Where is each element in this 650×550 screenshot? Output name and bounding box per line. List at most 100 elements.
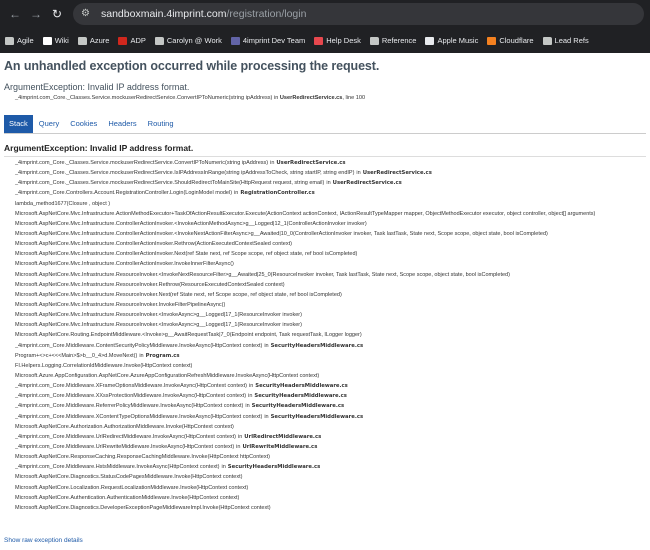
tab-stack[interactable]: Stack [4, 115, 33, 133]
forward-arrow-icon[interactable]: → [27, 5, 45, 23]
bookmark-item[interactable]: Azure [77, 36, 109, 45]
location-method: _4imprint.com_Core._Classes.Service.mock… [15, 95, 279, 101]
frame-in-word: in [238, 433, 243, 440]
folder-icon [154, 36, 164, 45]
tab-routing[interactable]: Routing [143, 115, 179, 133]
frame-method: Microsoft.AspNetCore.Mvc.Infrastructure.… [15, 291, 342, 298]
bookmark-item[interactable]: ADP [118, 36, 146, 45]
stack-frame[interactable]: Microsoft.AspNetCore.Diagnostics.Develop… [15, 503, 646, 513]
stack-frame[interactable]: Microsoft.AspNetCore.Mvc.Infrastructure.… [15, 239, 646, 249]
stack-frame[interactable]: _4imprint.com_Core._Classes.Service.mock… [15, 178, 646, 188]
stack-frame[interactable]: _4imprint.com_Core.Middleware.UrlRedirec… [15, 432, 646, 442]
stack-frame[interactable]: Microsoft.AspNetCore.Mvc.Infrastructure.… [15, 290, 646, 300]
stack-title: ArgumentException: Invalid IP address fo… [4, 143, 194, 153]
frame-method: _4imprint.com_Core.Middleware.ContentSec… [15, 342, 263, 349]
bookmarks-bar: Agile Wiki Azure ADP Carolyn @ Work 4imprint … [0, 28, 650, 53]
frame-in-word: in [248, 393, 253, 400]
bookmark-item[interactable]: Reference [369, 36, 416, 45]
stack-frame[interactable]: Microsoft.AspNetCore.ResponseCaching.Res… [15, 452, 646, 462]
address-bar[interactable]: ⚙ sandboxmain.4imprint.com/registration/… [73, 3, 644, 25]
folder-icon [77, 36, 87, 45]
frame-in-word: in [264, 413, 269, 420]
site-settings-icon[interactable]: ⚙ [81, 8, 93, 20]
back-arrow-icon[interactable]: ← [6, 5, 24, 23]
bookmark-label: Carolyn @ Work [166, 36, 222, 45]
tab-query[interactable]: Query [34, 115, 64, 133]
stack-frame[interactable]: Microsoft.AspNetCore.Mvc.Infrastructure.… [15, 249, 646, 259]
bookmark-item[interactable]: Lead Refs [542, 36, 589, 45]
stack-frame[interactable]: lambda_method1677(Closure , object ) [15, 199, 646, 209]
frame-method: Microsoft.AspNetCore.Localization.Reques… [15, 484, 249, 491]
reload-icon[interactable]: ↻ [48, 5, 66, 23]
tab-cookies[interactable]: Cookies [65, 115, 102, 133]
tabs-divider [4, 133, 646, 134]
stack-frame[interactable]: FI.Helpers.Logging.CorrelationIdMiddlewa… [15, 361, 646, 371]
tab-headers[interactable]: Headers [103, 115, 141, 133]
bookmark-label: 4imprint Dev Team [242, 36, 306, 45]
frame-method: Microsoft.AspNetCore.Mvc.Infrastructure.… [15, 230, 548, 237]
bookmark-item[interactable]: Cloudflare [487, 36, 534, 45]
bookmark-item[interactable]: 4imprint Dev Team [230, 36, 306, 45]
detail-tabs: Stack Query Cookies Headers Routing [4, 115, 646, 133]
stack-frame[interactable]: Microsoft.AspNetCore.Mvc.Infrastructure.… [15, 300, 646, 310]
frame-method: _4imprint.com_Core.Controllers.Account.R… [15, 190, 233, 197]
stack-frame[interactable]: Microsoft.AspNetCore.Mvc.Infrastructure.… [15, 229, 646, 239]
bookmark-label: Cloudflare [499, 36, 534, 45]
stack-frame[interactable]: Microsoft.AspNetCore.Mvc.Infrastructure.… [15, 310, 646, 320]
bookmark-label: Lead Refs [554, 36, 589, 45]
stack-frame[interactable]: _4imprint.com_Core.Middleware.XContentTy… [15, 412, 646, 422]
frame-method: _4imprint.com_Core.Middleware.XXssProtec… [15, 393, 247, 400]
stack-frame[interactable]: Microsoft.AspNetCore.Routing.EndpointMid… [15, 330, 646, 340]
bookmark-item[interactable]: Wiki [42, 36, 69, 45]
frame-file: SecurityHeadersMiddleware.cs [227, 464, 321, 471]
stack-frame[interactable]: Microsoft.AspNetCore.Diagnostics.StatusC… [15, 472, 646, 482]
frame-in-word: in [236, 443, 241, 450]
bookmark-item[interactable]: Agile [5, 36, 34, 45]
frame-method: Microsoft.AspNetCore.Authorization.Autho… [15, 423, 234, 430]
frame-in-word: in [356, 170, 361, 177]
stack-frame[interactable]: _4imprint.com_Core.Middleware.XXssProtec… [15, 391, 646, 401]
stack-frame[interactable]: Microsoft.AspNetCore.Mvc.Infrastructure.… [15, 259, 646, 269]
stack-frame[interactable]: Microsoft.AspNetCore.Mvc.Infrastructure.… [15, 209, 646, 219]
frame-in-word: in [249, 383, 254, 390]
bookmark-item[interactable]: Help Desk [314, 36, 361, 45]
show-raw-exception-link[interactable]: Show raw exception details [4, 537, 83, 544]
stack-frame[interactable]: _4imprint.com_Core.Middleware.ContentSec… [15, 341, 646, 351]
frame-in-word: in [234, 190, 239, 197]
frame-file: SecurityHeadersMiddleware.cs [251, 403, 345, 410]
stack-frame[interactable]: Microsoft.Azure.AppConfiguration.AspNetC… [15, 371, 646, 381]
frame-in-word: in [221, 464, 226, 471]
frame-method: Microsoft.AspNetCore.Mvc.Infrastructure.… [15, 271, 510, 278]
frame-method: Microsoft.AspNetCore.Mvc.Infrastructure.… [15, 322, 302, 329]
bookmark-label: ADP [130, 36, 146, 45]
stack-frame[interactable]: Program+<>c+<<<Main>$>b__0_4>d.MoveNext(… [15, 351, 646, 361]
stack-frame[interactable]: Microsoft.AspNetCore.Authorization.Autho… [15, 422, 646, 432]
stack-frame[interactable]: Microsoft.AspNetCore.Mvc.Infrastructure.… [15, 280, 646, 290]
frame-method: Microsoft.AspNetCore.Mvc.Infrastructure.… [15, 312, 302, 319]
stack-frame[interactable]: Microsoft.AspNetCore.Mvc.Infrastructure.… [15, 320, 646, 330]
frame-file: SecurityHeadersMiddleware.cs [255, 383, 348, 390]
frame-method: _4imprint.com_Core.Middleware.HstsMiddle… [15, 464, 220, 471]
stack-frame[interactable]: Microsoft.AspNetCore.Localization.Reques… [15, 483, 646, 493]
frame-method: _4imprint.com_Core.Middleware.XContentTy… [15, 413, 263, 420]
frame-file: UserRedirectService.cs [332, 180, 402, 187]
bookmark-item[interactable]: Apple Music [425, 36, 478, 45]
stack-frame[interactable]: _4imprint.com_Core._Classes.Service.mock… [15, 158, 646, 168]
frame-method: Microsoft.AspNetCore.Mvc.Infrastructure.… [15, 261, 234, 268]
frame-method: Microsoft.AspNetCore.Authentication.Auth… [15, 494, 240, 501]
stack-frame[interactable]: _4imprint.com_Core.Middleware.ReferrerPo… [15, 401, 646, 411]
stack-frame[interactable]: _4imprint.com_Core.Middleware.XFrameOpti… [15, 381, 646, 391]
stack-frame[interactable]: Microsoft.AspNetCore.Mvc.Infrastructure.… [15, 270, 646, 280]
wiki-icon [42, 36, 52, 45]
stack-frame[interactable]: Microsoft.AspNetCore.Authentication.Auth… [15, 493, 646, 503]
stack-frame[interactable]: Microsoft.AspNetCore.Mvc.Infrastructure.… [15, 219, 646, 229]
stack-frame[interactable]: _4imprint.com_Core._Classes.Service.mock… [15, 168, 646, 178]
frame-file: SecurityHeadersMiddleware.cs [270, 342, 364, 349]
stack-frame[interactable]: _4imprint.com_Core.Controllers.Account.R… [15, 188, 646, 198]
stack-frame[interactable]: _4imprint.com_Core.Middleware.HstsMiddle… [15, 462, 646, 472]
adp-icon [118, 36, 128, 45]
frame-in-word: in [264, 342, 269, 349]
bookmark-item[interactable]: Carolyn @ Work [154, 36, 222, 45]
stack-frame[interactable]: _4imprint.com_Core.Middleware.UrlRewrite… [15, 442, 646, 452]
frame-file: UserRedirectService.cs [362, 170, 432, 177]
